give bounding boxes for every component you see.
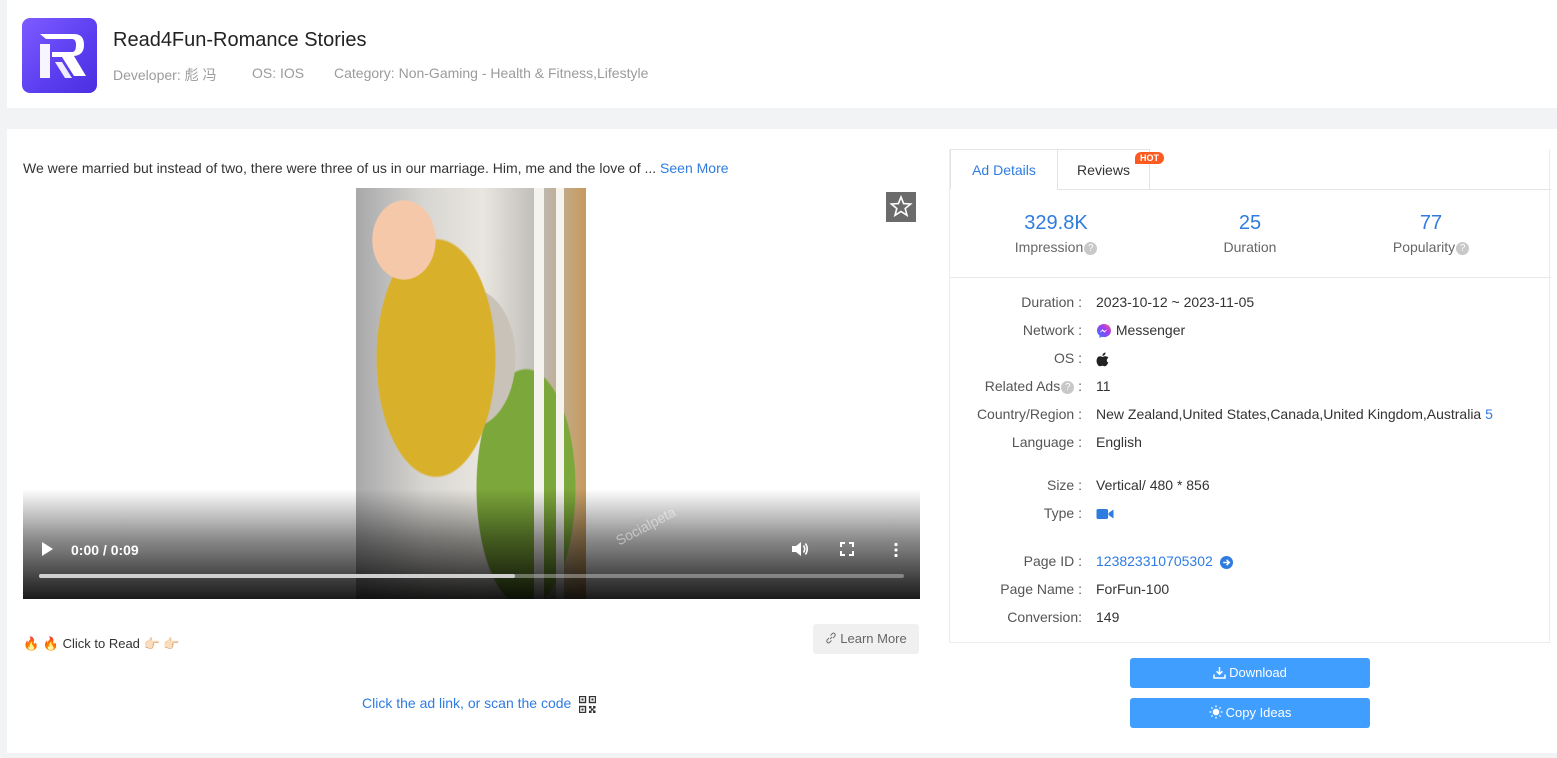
learn-more-button[interactable]: Learn More xyxy=(813,624,919,654)
duration-row-label: Duration : xyxy=(1021,294,1082,310)
video-camera-icon xyxy=(1096,509,1114,520)
related-ads-label: Related Ads xyxy=(984,378,1061,394)
ad-details-panel: Ad Details Reviews HOT 329.8K Impression… xyxy=(949,149,1551,643)
help-icon[interactable]: ? xyxy=(1061,381,1075,394)
network-row: Network : Messenger xyxy=(950,322,1551,342)
ad-copy: We were married but instead of two, ther… xyxy=(23,160,729,176)
conversion-row: Conversion: 149 xyxy=(950,609,1551,629)
duration-value: 25 xyxy=(1238,212,1262,234)
ad-detail-card: We were married but instead of two, ther… xyxy=(7,129,1557,753)
help-icon[interactable]: ? xyxy=(1084,242,1098,255)
stat-impression: 329.8K Impression? xyxy=(956,212,1156,255)
developer-label: Developer: 彪 冯 xyxy=(113,67,217,83)
arrow-right-circle-icon[interactable] xyxy=(1219,555,1233,569)
language-row-label: Language : xyxy=(1011,434,1082,450)
page-id-link[interactable]: 123823310705302 xyxy=(1096,553,1213,569)
video-player[interactable]: Socialpeta 0:00 / 0:09 xyxy=(23,188,920,599)
hot-badge: HOT xyxy=(1135,152,1164,164)
type-row: Type : xyxy=(950,505,1551,525)
os-row-label: OS : xyxy=(1053,350,1082,366)
download-label: Download xyxy=(1229,665,1287,680)
app-title: Read4Fun-Romance Stories xyxy=(113,29,367,51)
apple-icon xyxy=(1096,352,1109,367)
fullscreen-icon[interactable] xyxy=(840,542,854,556)
divider xyxy=(950,277,1551,278)
network-row-value: Messenger xyxy=(1115,322,1186,338)
related-ads-value: 11 xyxy=(1096,378,1111,394)
language-row: Language : English xyxy=(950,434,1551,454)
tab-ad-details[interactable]: Ad Details xyxy=(950,149,1058,190)
size-row-value: Vertical/ 480 * 856 xyxy=(1096,477,1210,493)
learn-more-label: Learn More xyxy=(840,631,907,646)
read4fun-logo-icon xyxy=(22,18,97,93)
seen-more-link[interactable]: Seen More xyxy=(660,160,728,176)
related-ads-row: Related Ads? : 11 xyxy=(984,378,1111,394)
copy-ideas-label: Copy Ideas xyxy=(1225,705,1292,720)
app-header: Read4Fun-Romance Stories Developer: 彪 冯 … xyxy=(7,0,1557,108)
duration-row-value: 2023-10-12 ~ 2023-11-05 xyxy=(1096,294,1255,310)
video-progress-fill xyxy=(39,574,515,578)
impression-value: 329.8K xyxy=(1024,212,1088,234)
video-progress-bar[interactable] xyxy=(39,574,904,578)
more-options-icon[interactable] xyxy=(892,542,900,558)
favorite-star-button[interactable] xyxy=(886,192,916,222)
page-id-row-label: Page ID : xyxy=(1023,553,1082,569)
qr-code-icon[interactable] xyxy=(579,695,597,713)
popularity-value: 77 xyxy=(1419,212,1443,234)
page-name-row: Page Name : ForFun-100 xyxy=(950,581,1551,601)
copy-ideas-button[interactable]: Copy Ideas xyxy=(1130,698,1370,728)
popularity-label: Popularity xyxy=(1392,239,1456,255)
scan-code-text: Click the ad link, or scan the code xyxy=(362,695,572,711)
impression-label: Impression xyxy=(1014,239,1084,255)
volume-icon[interactable] xyxy=(791,541,809,557)
conversion-row-value: 149 xyxy=(1096,609,1120,625)
star-icon xyxy=(889,194,913,218)
os-label: OS: IOS xyxy=(252,65,305,81)
category-label: Category: Non-Gaming - Health & Fitness,… xyxy=(334,65,649,81)
lightbulb-icon xyxy=(1209,705,1223,719)
video-controls-overlay xyxy=(23,489,920,599)
ad-cta-text: 🔥 🔥 Click to Read 👉🏻 👉🏻 xyxy=(23,636,180,651)
size-row-label: Size : xyxy=(1046,477,1082,493)
page-name-row-label: Page Name : xyxy=(1000,581,1082,597)
country-row: Country/Region : New Zealand,United Stat… xyxy=(950,406,1551,426)
details-tabs: Ad Details Reviews HOT xyxy=(950,149,1551,190)
help-icon[interactable]: ? xyxy=(1456,242,1470,255)
size-row: Size : Vertical/ 480 * 856 xyxy=(950,477,1551,497)
download-icon xyxy=(1213,667,1226,679)
download-button[interactable]: Download xyxy=(1130,658,1370,688)
country-row-value: New Zealand,United States,Canada,United … xyxy=(1096,406,1482,422)
messenger-icon xyxy=(1097,324,1111,339)
page-name-row-value: ForFun-100 xyxy=(1096,581,1170,597)
video-time: 0:00 / 0:09 xyxy=(71,542,139,558)
ad-copy-text: We were married but instead of two, ther… xyxy=(23,160,657,176)
duration-row: Duration : 2023-10-12 ~ 2023-11-05 xyxy=(950,294,1551,314)
language-row-value: English xyxy=(1096,434,1142,450)
stat-popularity: 77 Popularity? xyxy=(1331,212,1531,255)
stat-duration: 25 Duration xyxy=(1150,212,1350,255)
os-row: OS : xyxy=(950,350,1551,370)
scan-code-link[interactable]: Click the ad link, or scan the code xyxy=(362,695,597,713)
type-row-label: Type : xyxy=(1043,505,1082,521)
conversion-row-label: Conversion: xyxy=(1007,609,1082,625)
country-row-label: Country/Region : xyxy=(976,406,1082,422)
duration-label: Duration xyxy=(1223,239,1277,255)
play-icon[interactable] xyxy=(40,541,54,557)
link-icon xyxy=(826,632,837,644)
country-count-link[interactable]: 5 xyxy=(1485,406,1493,422)
page-id-row: Page ID : 123823310705302 xyxy=(950,553,1551,573)
network-row-label: Network : xyxy=(1022,322,1082,338)
